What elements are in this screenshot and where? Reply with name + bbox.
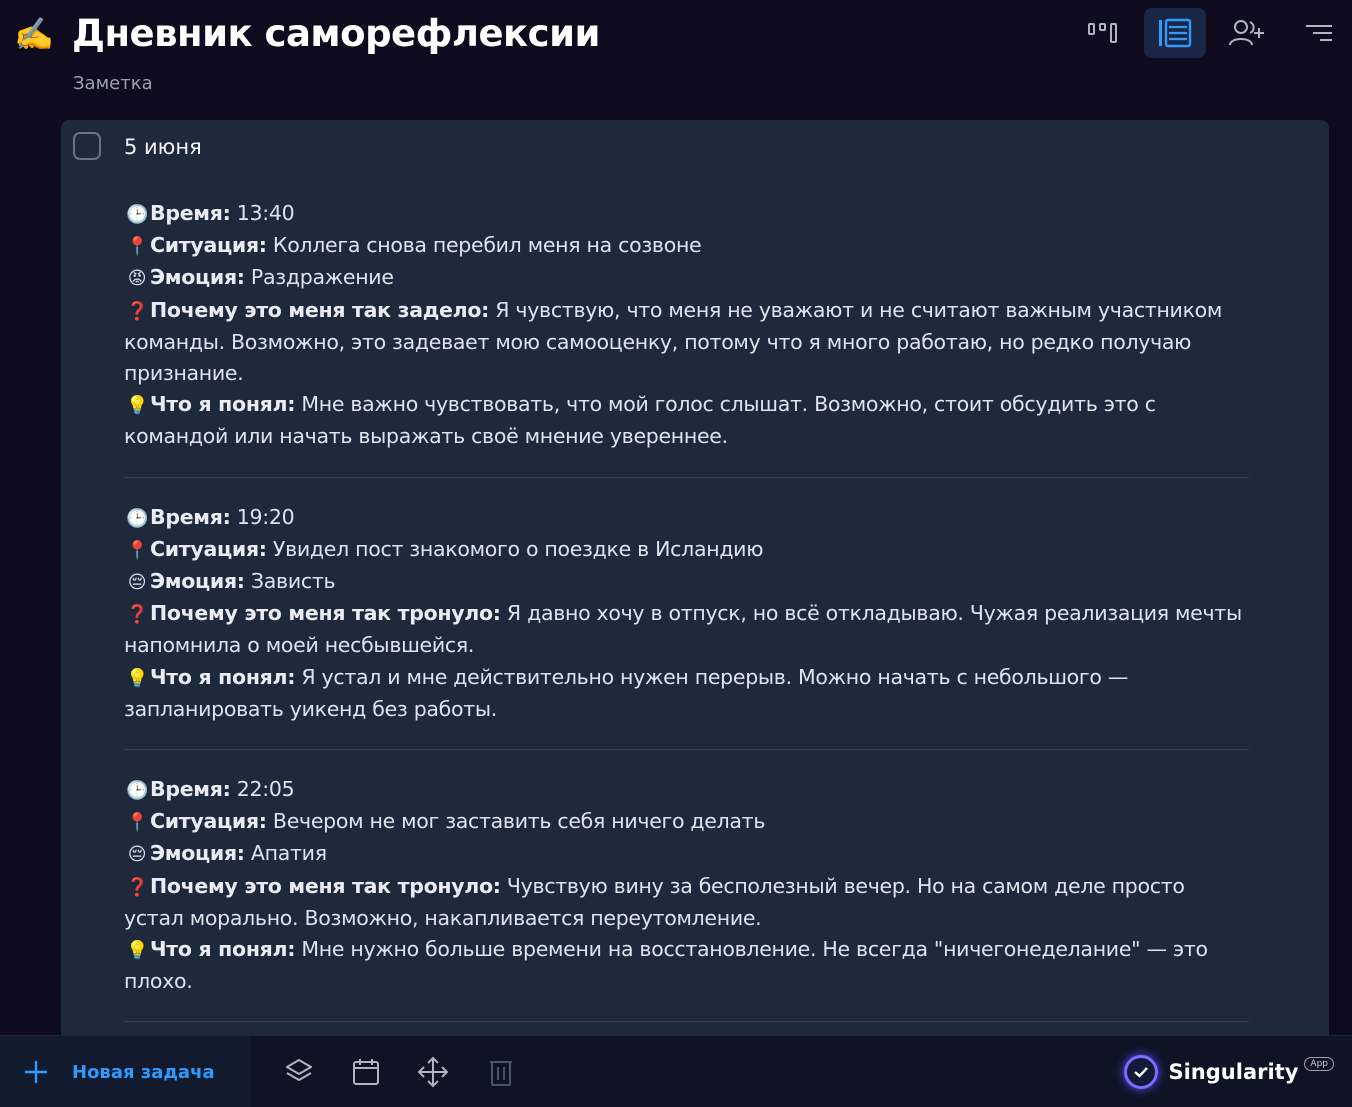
emotion-label: Эмоция:	[150, 265, 245, 290]
time-label: Время:	[150, 504, 231, 529]
header: ✍️ Дневник саморефлексии Заметка	[0, 0, 1352, 110]
journal-entry: 🕒Время: 22:05 📍Ситуация: Вечером не мог …	[124, 774, 1249, 1023]
add-user-icon	[1229, 20, 1264, 46]
clock-icon: 🕒	[125, 507, 149, 529]
pensive-face-icon: 😔	[127, 844, 147, 866]
insight-label: Что я понял:	[150, 664, 296, 689]
journal-entry: 🕒Время: 19:20 📍Ситуация: Увидел пост зна…	[124, 502, 1249, 751]
situation-label: Ситуация:	[150, 233, 267, 258]
page-title[interactable]: Дневник саморефлексии	[72, 10, 600, 58]
situation-value: Увидел пост знакомого о поездке в Исланд…	[266, 536, 764, 561]
question-mark-icon: ❓	[125, 300, 149, 322]
why-label: Почему это меня так задело:	[150, 297, 490, 322]
entry-insight: 💡Что я понял: Я устал и мне действительн…	[124, 662, 1249, 725]
pin-icon: 📍	[125, 236, 149, 258]
sort-button[interactable]	[1288, 8, 1350, 58]
note-date[interactable]: 5 июня	[124, 132, 202, 162]
layers-icon	[286, 1059, 312, 1081]
sort-icon	[1306, 25, 1332, 41]
journal-entry: 🕒Время: 13:40 📍Ситуация: Коллега снова п…	[124, 198, 1249, 478]
move-button[interactable]	[415, 1054, 451, 1090]
move-icon	[417, 1056, 449, 1088]
layers-button[interactable]	[281, 1054, 317, 1090]
insight-label: Что я понял:	[150, 937, 296, 962]
entry-why: ❓Почему это меня так тронуло: Я давно хо…	[124, 598, 1249, 661]
entry-emotion: 😔 Эмоция: Апатия	[124, 838, 1249, 870]
page-subtitle: Заметка	[73, 73, 153, 94]
note-card: 5 июня 🕒Время: 13:40 📍Ситуация: Коллега …	[61, 120, 1329, 1040]
pensive-face-icon: 😔	[127, 572, 147, 594]
kanban-view-button[interactable]	[1072, 8, 1134, 58]
new-task-button[interactable]: Новая задача	[0, 1036, 250, 1107]
bottom-bar: Новая задача Singularity App	[0, 1035, 1352, 1107]
calendar-button[interactable]	[348, 1054, 384, 1090]
lightbulb-icon: 💡	[125, 940, 149, 962]
entry-situation: 📍Ситуация: Коллега снова перебил меня на…	[124, 230, 1249, 262]
insight-label: Что я понял:	[150, 392, 296, 417]
entry-insight: 💡Что я понял: Мне важно чувствовать, что…	[124, 389, 1249, 452]
writing-hand-icon: ✍️	[14, 15, 54, 53]
emotion-value: Апатия	[244, 841, 327, 866]
entry-situation: 📍Ситуация: Увидел пост знакомого о поезд…	[124, 534, 1249, 566]
list-view-button[interactable]	[1144, 8, 1206, 58]
situation-label: Ситуация:	[150, 809, 267, 834]
time-value: 19:20	[230, 504, 295, 529]
emotion-value: Зависть	[244, 569, 336, 594]
lightbulb-icon: 💡	[125, 667, 149, 689]
note-checkbox[interactable]	[73, 132, 101, 160]
app-badge: App	[1304, 1057, 1334, 1071]
question-mark-icon: ❓	[125, 604, 149, 626]
entry-time: 🕒Время: 22:05	[124, 774, 1249, 806]
entry-time: 🕒Время: 19:20	[124, 502, 1249, 534]
delete-button[interactable]	[483, 1054, 519, 1090]
why-label: Почему это меня так тронуло:	[150, 601, 501, 626]
why-label: Почему это меня так тронуло:	[150, 873, 501, 898]
lightbulb-icon: 💡	[125, 395, 149, 417]
time-value: 22:05	[230, 777, 295, 802]
add-user-button[interactable]	[1216, 8, 1278, 58]
entry-why: ❓Почему это меня так задело: Я чувствую,…	[124, 295, 1249, 390]
emotion-value: Раздражение	[244, 265, 394, 290]
new-task-label: Новая задача	[72, 1061, 215, 1083]
entry-time: 🕒Время: 13:40	[124, 198, 1249, 230]
emotion-label: Эмоция:	[150, 841, 245, 866]
emotion-label: Эмоция:	[150, 569, 245, 594]
entry-situation: 📍Ситуация: Вечером не мог заставить себя…	[124, 806, 1249, 838]
time-label: Время:	[150, 201, 231, 225]
clock-icon: 🕒	[125, 204, 149, 225]
entry-insight: 💡Что я понял: Мне нужно больше времени н…	[124, 934, 1249, 997]
entry-emotion: 😡 Эмоция: Раздражение	[124, 262, 1249, 294]
view-toolbar	[1072, 8, 1352, 58]
singularity-logo-icon	[1124, 1055, 1159, 1089]
angry-face-icon: 😡	[127, 268, 147, 290]
pin-icon: 📍	[125, 812, 149, 834]
kanban-icon	[1088, 23, 1117, 43]
list-view-icon	[1159, 18, 1192, 48]
clock-icon: 🕒	[125, 780, 149, 802]
time-label: Время:	[150, 777, 231, 802]
calendar-icon	[353, 1059, 379, 1085]
entry-why: ❓Почему это меня так тронуло: Чувствую в…	[124, 871, 1249, 934]
note-body[interactable]: 🕒Время: 13:40 📍Ситуация: Коллега снова п…	[124, 198, 1249, 1040]
situation-label: Ситуация:	[150, 536, 267, 561]
situation-value: Коллега снова перебил меня на созвоне	[266, 233, 702, 258]
question-mark-icon: ❓	[125, 876, 149, 898]
time-value: 13:40	[230, 201, 295, 225]
pin-icon: 📍	[125, 539, 149, 561]
situation-value: Вечером не мог заставить себя ничего дел…	[266, 809, 766, 834]
trash-icon	[490, 1061, 512, 1086]
plus-icon	[25, 1061, 47, 1083]
brand: Singularity App	[1124, 1052, 1334, 1092]
entry-emotion: 😔 Эмоция: Зависть	[124, 566, 1249, 598]
brand-name: Singularity	[1168, 1060, 1299, 1084]
app-window: ✍️ Дневник саморефлексии Заметка 5 июня …	[0, 0, 1352, 1107]
